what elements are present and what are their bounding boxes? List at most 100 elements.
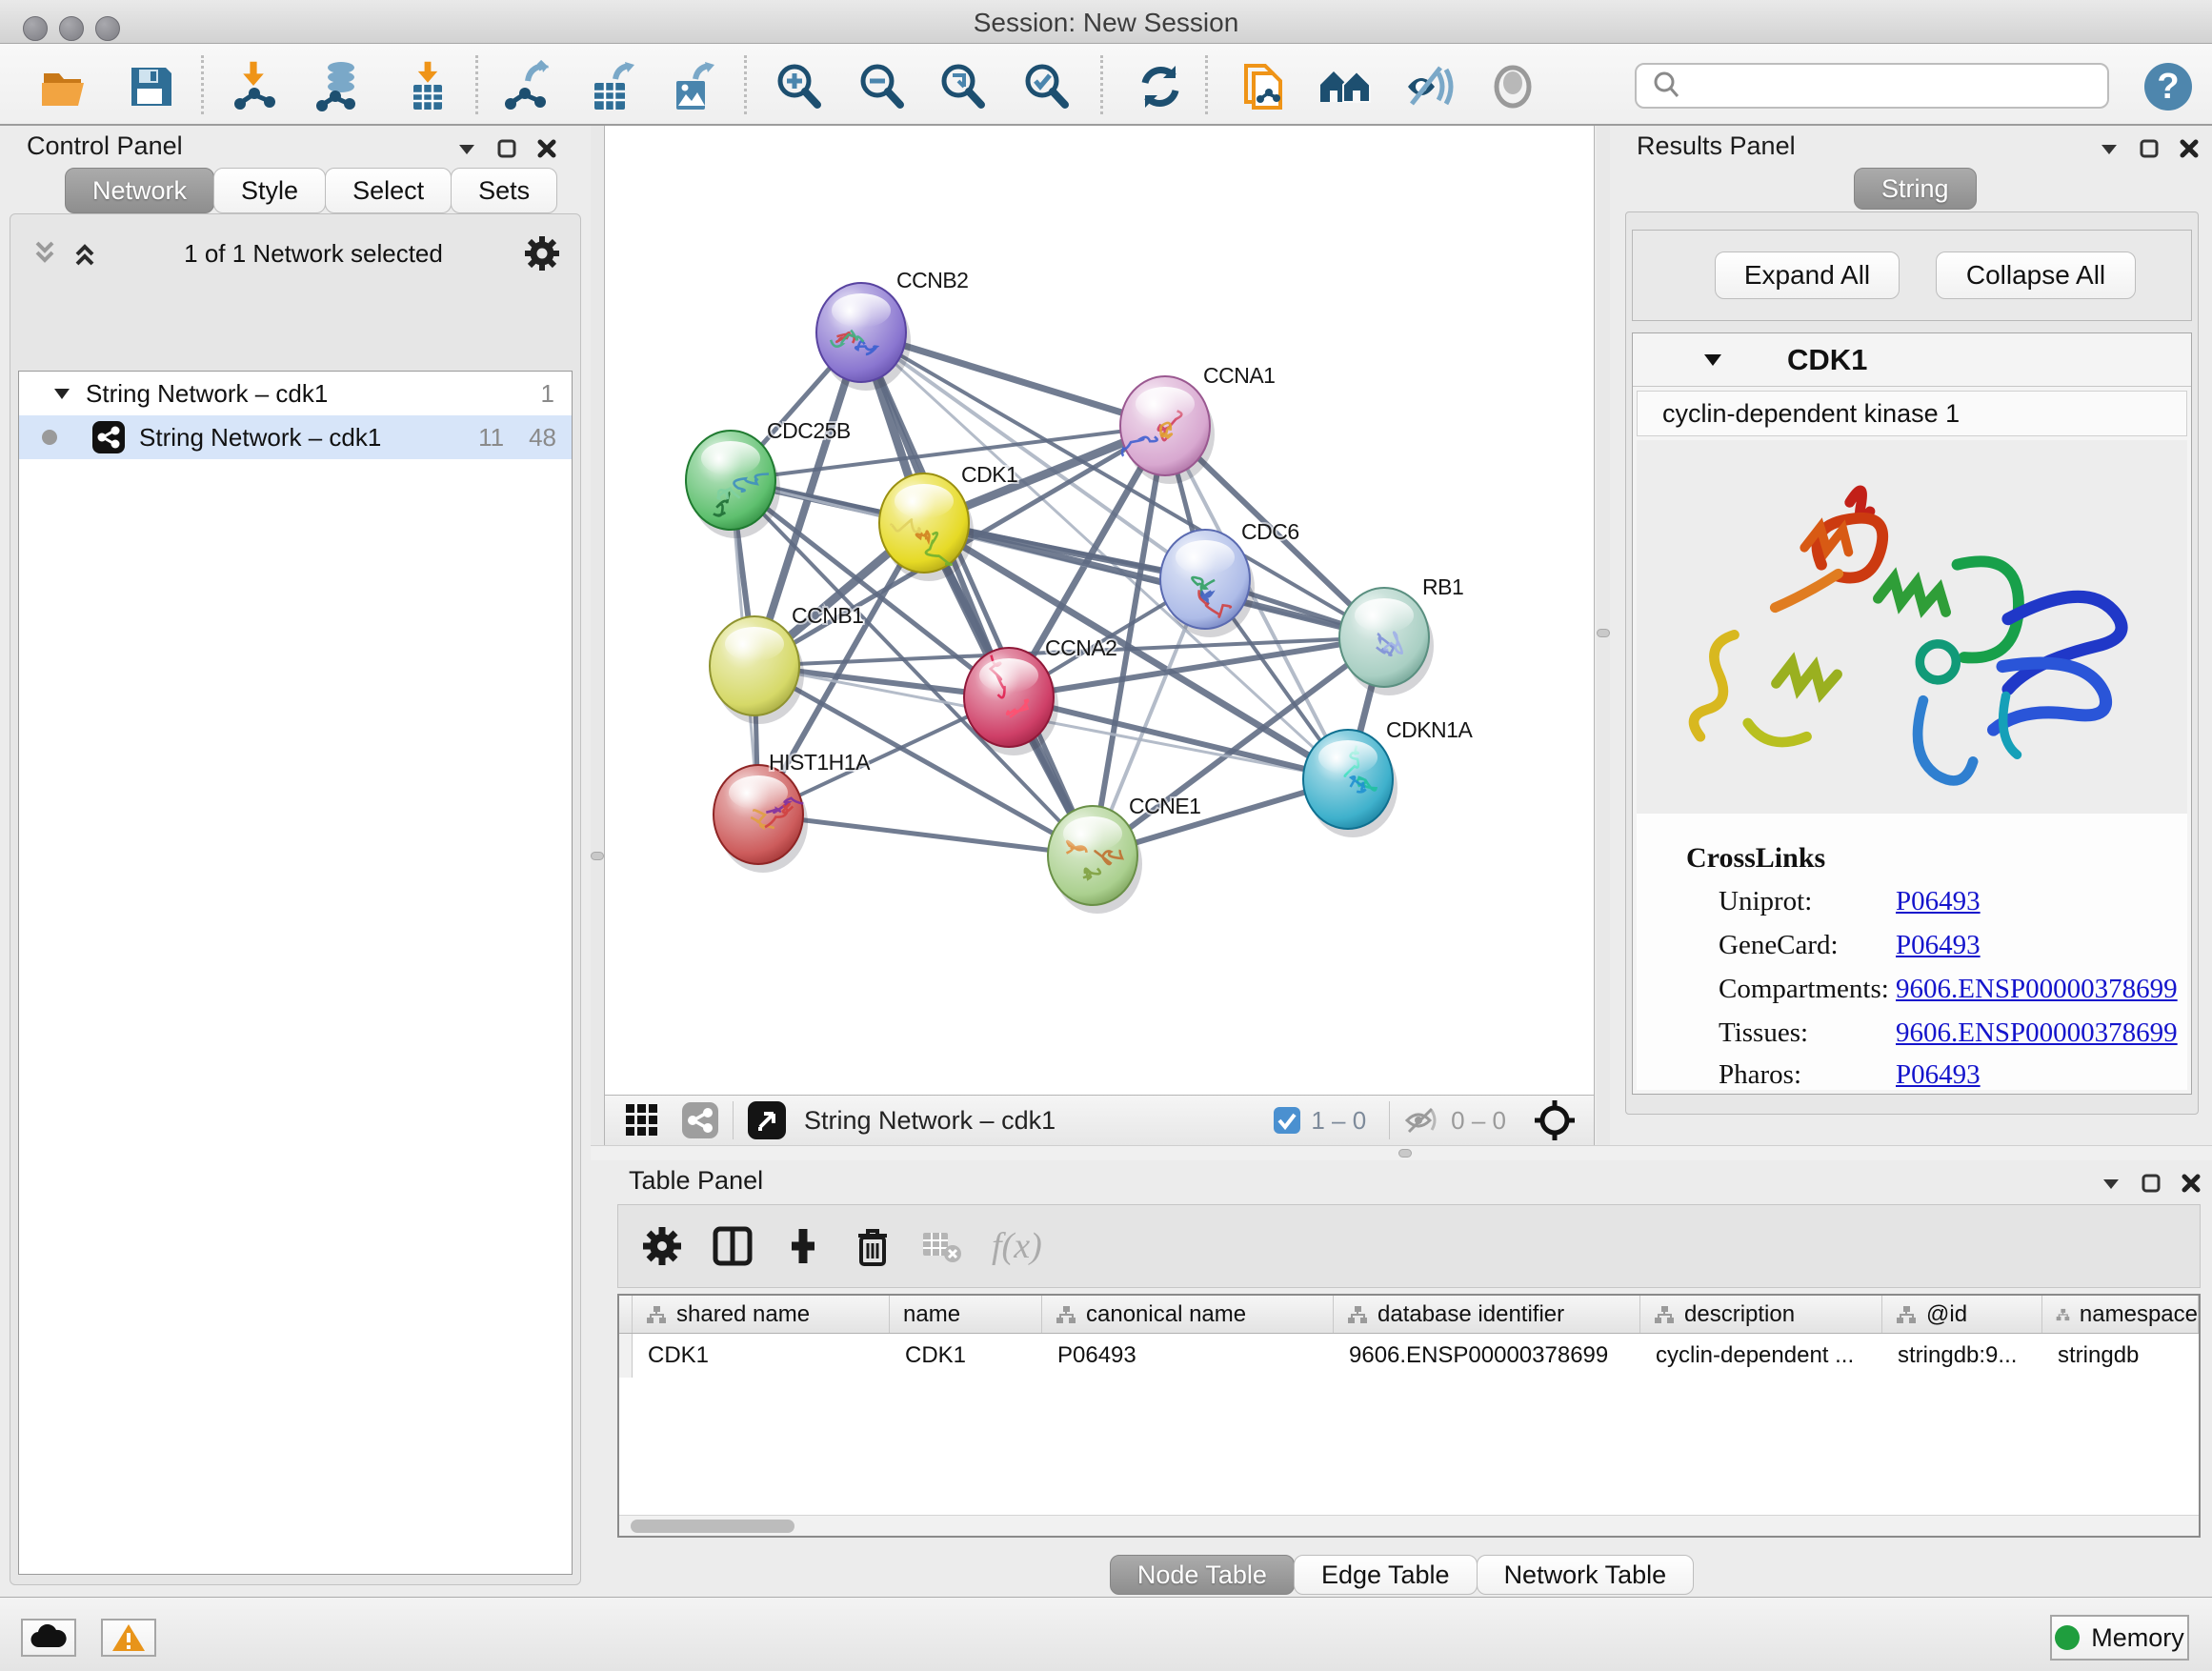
tab-node-table[interactable]: Node Table [1110,1555,1295,1595]
network-edge-HIST1H1A-CCNE1[interactable] [758,815,1093,856]
clone-network-icon[interactable] [1233,56,1294,117]
table-settings-gear-icon[interactable] [641,1225,683,1267]
cell-name[interactable]: CDK1 [890,1334,1042,1378]
search-input[interactable] [1686,67,2107,105]
help-icon[interactable]: ? [2138,56,2199,117]
first-neighbors-icon[interactable] [1315,56,1376,117]
cell-description[interactable]: cyclin-dependent ... [1640,1334,1882,1378]
delete-column-trash-icon[interactable] [853,1224,893,1268]
network-collection-row[interactable]: String Network – cdk1 1 [19,372,572,415]
network-edge-CDK1-RB1[interactable] [924,523,1384,637]
column-header-canonical-name[interactable]: canonical name [1042,1296,1334,1333]
network-row[interactable]: String Network – cdk1 11 48 [19,415,572,459]
column-header--id[interactable]: @id [1882,1296,2042,1333]
table-horizontal-scrollbar[interactable] [619,1515,2199,1536]
hide-selected-icon[interactable] [1398,56,1459,117]
tab-sets[interactable]: Sets [451,168,557,213]
tab-select[interactable]: Select [325,168,452,213]
zoom-out-icon[interactable] [851,56,912,117]
add-column-icon[interactable] [782,1225,824,1267]
network-node-CDK1[interactable] [879,473,974,581]
network-node-CCNE1[interactable] [1048,806,1142,914]
network-share-icon[interactable] [681,1101,719,1139]
vertical-splitter-right[interactable] [1597,126,1610,1145]
collapse-all-button[interactable]: Collapse All [1936,252,2136,299]
hidden-eye-icon[interactable] [1403,1105,1441,1136]
panel-menu-icon[interactable] [455,137,478,160]
warning-status-button[interactable] [101,1619,156,1657]
scrollbar-thumb[interactable] [631,1520,794,1533]
tab-network-table[interactable]: Network Table [1477,1555,1695,1595]
toolbar-separator [201,55,204,114]
gear-icon[interactable] [523,234,561,272]
network-node-RB1[interactable] [1339,588,1434,695]
cell-database-identifier[interactable]: 9606.ENSP00000378699 [1334,1334,1640,1378]
tab-network[interactable]: Network [65,168,214,213]
column-header-name[interactable]: name [890,1296,1042,1333]
network-node-CCNB2[interactable] [816,283,911,391]
cell-shared-name[interactable]: CDK1 [633,1334,890,1378]
network-node-CCNA1[interactable] [1120,376,1215,484]
cell-canonical-name[interactable]: P06493 [1042,1334,1334,1378]
network-node-CDKN1A[interactable] [1303,730,1398,837]
column-header-description[interactable]: description [1640,1296,1882,1333]
tab-style[interactable]: Style [213,168,326,213]
collection-expander-icon[interactable] [51,383,72,404]
string-network-graph[interactable]: CCNB2CCNA1CDC25BCDK1CDC6RB1CCNB1CCNA2CDK… [605,126,1594,1095]
cloud-status-button[interactable] [21,1619,76,1657]
cell-namespace[interactable]: stringdb [2042,1334,2199,1378]
open-in-new-window-icon[interactable] [747,1100,787,1140]
import-network-file-icon[interactable] [225,56,286,117]
horizontal-splitter[interactable] [591,1145,2212,1160]
panel-menu-icon[interactable] [2100,1172,2122,1195]
network-edge-CCNB2-CCNE1[interactable] [861,332,1093,856]
panel-menu-icon[interactable] [2098,137,2121,160]
collapse-entry-icon[interactable] [1701,349,1724,372]
collapse-all-icon[interactable] [31,239,64,268]
zoom-fit-icon[interactable] [932,56,993,117]
node-result-header[interactable]: CDK1 [1633,333,2191,387]
protein-structure-image[interactable] [1637,440,2187,814]
import-table-file-icon[interactable] [396,56,457,117]
show-graphics-details-icon[interactable] [1482,56,1543,117]
open-session-icon[interactable] [34,56,95,117]
crosslink-genecard-link[interactable]: P06493 [1896,930,1981,961]
table-row[interactable]: CDK1CDK1P064939606.ENSP00000378699cyclin… [619,1334,2199,1378]
node-table[interactable]: shared namenamecanonical namedatabase id… [617,1294,2201,1538]
panel-float-icon[interactable] [2138,137,2161,160]
memory-button[interactable]: Memory [2050,1615,2189,1661]
network-node-HIST1H1A[interactable] [714,765,808,873]
crosslink-compartments-link[interactable]: 9606.ENSP00000378699 [1896,974,2178,1005]
column-header-shared-name[interactable]: shared name [633,1296,890,1333]
zoom-in-icon[interactable] [768,56,829,117]
export-image-icon[interactable] [661,56,722,117]
import-network-database-icon[interactable] [309,56,370,117]
export-network-icon[interactable] [495,56,556,117]
fit-selected-crosshair-icon[interactable] [1533,1098,1577,1142]
panel-float-icon[interactable] [495,137,518,160]
export-table-icon[interactable] [579,56,640,117]
crosslink-tissues-link[interactable]: 9606.ENSP00000378699 [1896,1017,2178,1049]
network-canvas[interactable]: CCNB2CCNA1CDC25BCDK1CDC6RB1CCNB1CCNA2CDK… [604,126,1595,1095]
crosslink-uniprot-link[interactable]: P06493 [1896,886,1981,917]
refresh-view-icon[interactable] [1130,56,1191,117]
cell--id[interactable]: stringdb:9... [1882,1334,2042,1378]
panel-close-icon[interactable] [2178,137,2201,160]
expand-all-icon[interactable] [71,239,104,268]
network-node-CDC25B[interactable] [686,431,780,538]
crosslink-pharos-link[interactable]: P06493 [1896,1059,1981,1091]
birds-eye-view-icon[interactable] [624,1102,660,1138]
zoom-selected-icon[interactable] [1016,56,1076,117]
panel-float-icon[interactable] [2140,1172,2162,1195]
show-columns-icon[interactable] [712,1225,754,1267]
panel-close-icon[interactable] [2180,1172,2202,1195]
tab-edge-table[interactable]: Edge Table [1294,1555,1478,1595]
column-header-namespace[interactable]: namespace [2042,1296,2199,1333]
tab-string[interactable]: String [1854,168,1977,210]
node-result-card: CDK1 cyclin-dependent kinase 1 [1632,332,2192,1095]
expand-all-button[interactable]: Expand All [1715,252,1900,299]
panel-close-icon[interactable] [535,137,558,160]
save-session-icon[interactable] [120,56,181,117]
selected-checkbox-icon[interactable] [1273,1106,1301,1135]
column-header-database-identifier[interactable]: database identifier [1334,1296,1640,1333]
